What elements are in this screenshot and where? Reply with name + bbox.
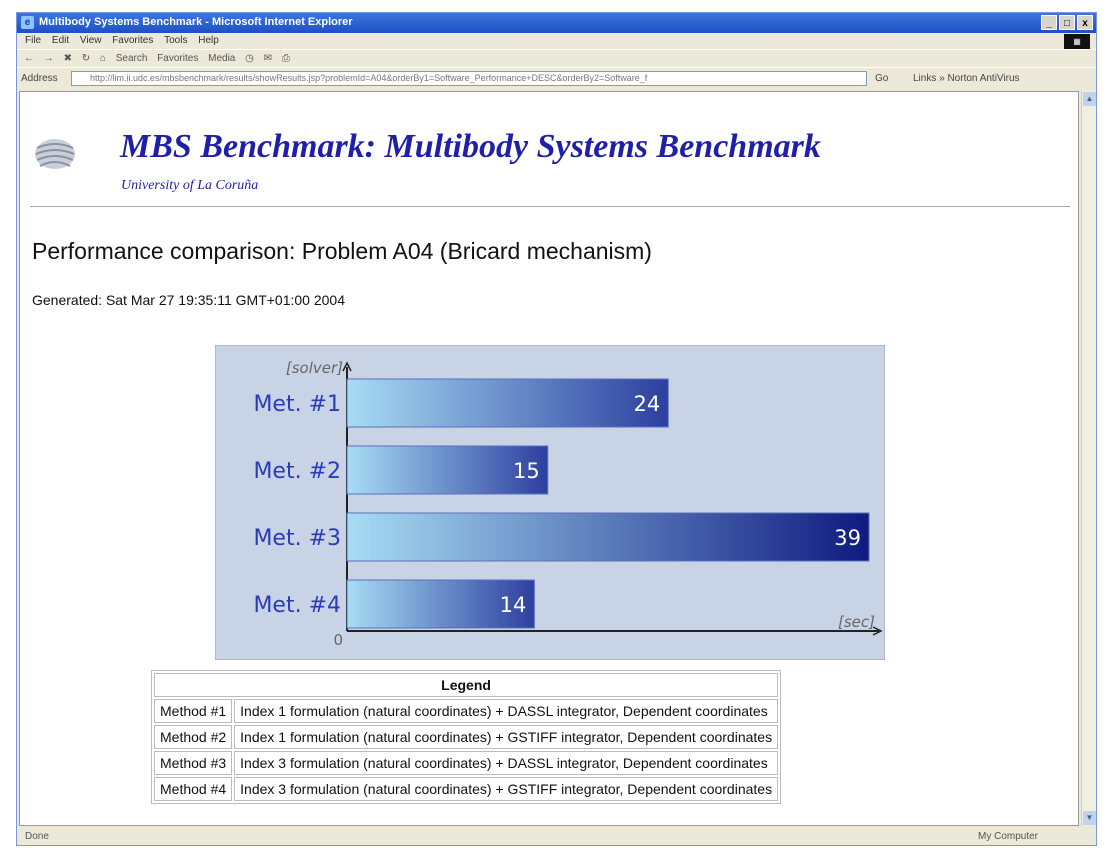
print-icon[interactable]: ⎙ xyxy=(282,53,290,64)
menu-edit[interactable]: Edit xyxy=(52,35,69,46)
generated-timestamp: Generated: Sat Mar 27 19:35:11 GMT+01:00… xyxy=(32,292,345,308)
menu-file[interactable]: File xyxy=(25,35,41,46)
table-row: Method #1 Index 1 formulation (natural c… xyxy=(154,699,779,723)
status-text: Done xyxy=(25,831,49,842)
refresh-icon[interactable]: ↻ xyxy=(82,53,90,64)
media-button[interactable]: Media xyxy=(208,53,235,64)
menu-bar: File Edit View Favorites Tools Help ▦ xyxy=(17,33,1096,49)
links-bar[interactable]: Links » Norton AntiVirus xyxy=(913,73,1020,84)
table-row: Method #3 Index 3 formulation (natural c… xyxy=(154,751,779,775)
site-title: MBS Benchmark: Multibody Systems Benchma… xyxy=(120,128,821,165)
table-row: Method #4 Index 3 formulation (natural c… xyxy=(154,777,779,801)
x-axis-label: [sec] xyxy=(838,613,875,631)
status-bar: Done My Computer xyxy=(17,828,1096,845)
scroll-down-icon[interactable]: ▼ xyxy=(1083,811,1096,825)
window-title: Multibody Systems Benchmark - Microsoft … xyxy=(39,16,353,28)
category-label: Met. #2 xyxy=(253,459,341,484)
go-button[interactable]: Go xyxy=(875,73,888,84)
window-controls: _ □ x xyxy=(1041,15,1093,30)
home-icon[interactable]: ⌂ xyxy=(100,53,106,64)
menu-view[interactable]: View xyxy=(80,35,102,46)
toolbar: ← → ✖ ↻ ⌂ Search Favorites Media ◷ ✉ ⎙ xyxy=(17,49,1096,68)
category-label: Met. #3 xyxy=(253,526,341,551)
legend-description: Index 1 formulation (natural coordinates… xyxy=(234,699,779,723)
menu-tools[interactable]: Tools xyxy=(164,35,187,46)
search-button[interactable]: Search xyxy=(116,53,148,64)
data-label: 14 xyxy=(500,593,527,617)
address-input[interactable]: http://lim.ii.udc.es/mbsbenchmark/result… xyxy=(71,71,867,86)
category-label: Met. #1 xyxy=(253,392,341,417)
data-label: 39 xyxy=(834,526,861,550)
stop-icon[interactable]: ✖ xyxy=(64,53,72,64)
legend-method: Method #2 xyxy=(154,725,233,749)
legend-method: Method #4 xyxy=(154,777,233,801)
address-label: Address xyxy=(21,73,58,84)
close-button[interactable]: x xyxy=(1077,15,1093,30)
page-heading: Performance comparison: Problem A04 (Bri… xyxy=(32,238,652,264)
performance-bar-chart: [solver] [sec] 0 Met. #1 24 Met. #2 15 Met. #3 3… xyxy=(215,345,885,660)
divider xyxy=(30,206,1070,207)
page-content: MBS Benchmark: Multibody Systems Benchma… xyxy=(19,91,1079,826)
data-label: 24 xyxy=(633,392,660,416)
legend-description: Index 3 formulation (natural coordinates… xyxy=(234,751,779,775)
favorites-button[interactable]: Favorites xyxy=(157,53,198,64)
legend-description: Index 1 formulation (natural coordinates… xyxy=(234,725,779,749)
site-subtitle: University of La Coruña xyxy=(121,178,259,193)
security-zone: My Computer xyxy=(977,831,1038,842)
menu-help[interactable]: Help xyxy=(198,35,219,46)
bar-3 xyxy=(346,512,870,562)
vertical-scrollbar[interactable]: ▲ ▼ xyxy=(1081,91,1096,826)
browser-window: e Multibody Systems Benchmark - Microsof… xyxy=(16,12,1097,846)
legend-method: Method #1 xyxy=(154,699,233,723)
bar-1 xyxy=(346,378,669,428)
category-label: Met. #4 xyxy=(253,593,341,618)
legend-table: Legend Method #1 Index 1 formulation (na… xyxy=(151,670,782,804)
minimize-button[interactable]: _ xyxy=(1041,15,1057,30)
legend-method: Method #3 xyxy=(154,751,233,775)
mail-icon[interactable]: ✉ xyxy=(264,53,272,64)
scroll-up-icon[interactable]: ▲ xyxy=(1083,92,1096,106)
y-axis-label: [solver] xyxy=(286,359,343,377)
x-axis-origin-label: 0 xyxy=(333,631,343,649)
title-bar: e Multibody Systems Benchmark - Microsof… xyxy=(17,13,1096,33)
back-button[interactable]: ← xyxy=(24,53,34,64)
forward-button[interactable]: → xyxy=(44,53,54,64)
legend-description: Index 3 formulation (natural coordinates… xyxy=(234,777,779,801)
maximize-button[interactable]: □ xyxy=(1059,15,1075,30)
data-label: 15 xyxy=(513,459,540,483)
university-logo-icon xyxy=(35,139,75,169)
menu-favorites[interactable]: Favorites xyxy=(112,35,153,46)
history-icon[interactable]: ◷ xyxy=(245,53,254,64)
address-bar: Address http://lim.ii.udc.es/mbsbenchmar… xyxy=(17,67,1096,90)
legend-header: Legend xyxy=(154,673,779,697)
windows-logo-icon: ▦ xyxy=(1064,34,1090,49)
ie-icon: e xyxy=(21,16,34,29)
table-row: Method #2 Index 1 formulation (natural c… xyxy=(154,725,779,749)
